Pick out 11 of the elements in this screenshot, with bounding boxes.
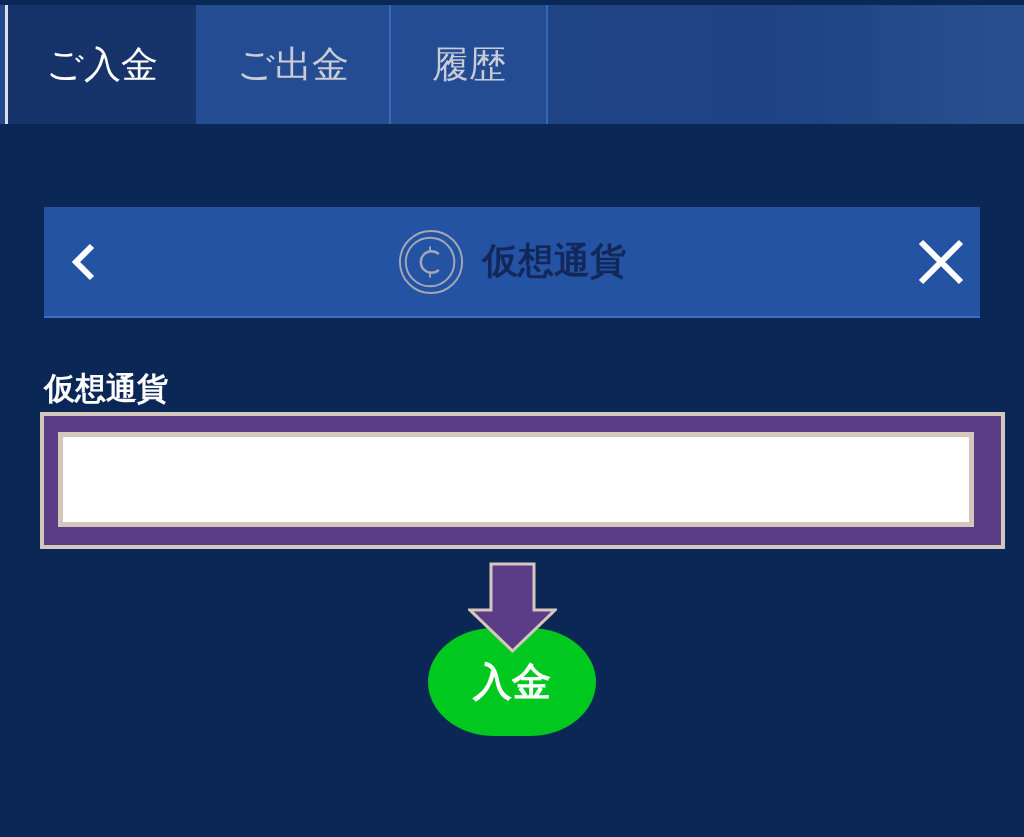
chevron-left-icon	[70, 242, 96, 281]
field-label: 仮想通貨	[44, 370, 168, 406]
back-button[interactable]	[70, 242, 96, 281]
panel-title: 仮想通貨	[482, 239, 626, 283]
tab[interactable]: ご入金	[5, 5, 197, 124]
input-field[interactable]	[58, 432, 974, 527]
close-icon	[918, 238, 964, 285]
tab[interactable]: ご出金	[197, 5, 391, 124]
tab[interactable]: 履歴	[391, 5, 548, 124]
coin-icon	[398, 227, 466, 296]
close-button[interactable]	[918, 238, 964, 285]
